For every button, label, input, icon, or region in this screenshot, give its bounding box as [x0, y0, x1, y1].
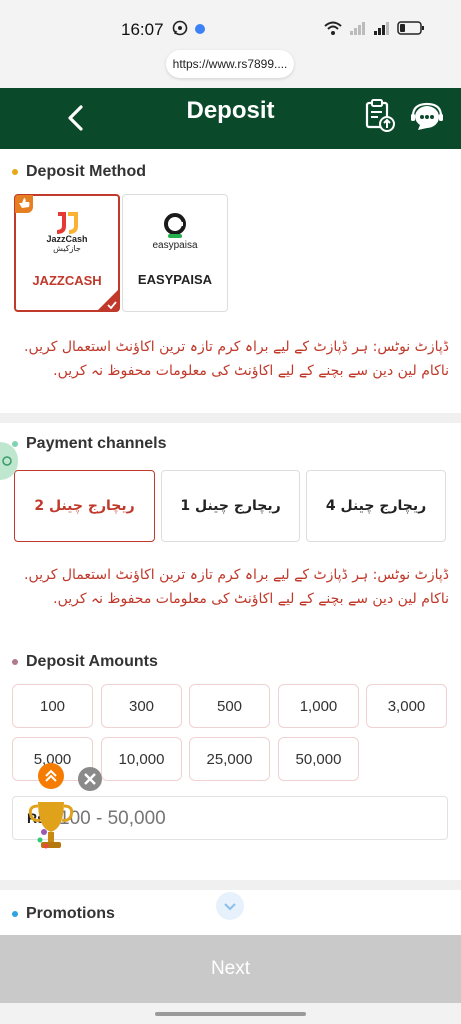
- channel-option[interactable]: ریچارج چینل 2: [14, 470, 155, 542]
- deposit-record-button[interactable]: [362, 98, 398, 134]
- battery-icon: [397, 21, 425, 40]
- amount-field[interactable]: Rs: [12, 796, 448, 840]
- deposit-amounts-title: Deposit Amounts: [12, 653, 158, 671]
- method-name: EASYPAISA: [137, 272, 213, 287]
- promotions-title: Promotions: [12, 905, 115, 923]
- amount-option[interactable]: 300: [101, 684, 182, 728]
- amount-option[interactable]: 100: [12, 684, 93, 728]
- status-bar: 16:07 https://www.rs7899....: [0, 0, 461, 88]
- next-button[interactable]: Next: [0, 935, 461, 1003]
- section-divider: [0, 413, 461, 423]
- whatsapp-icon: [172, 20, 188, 41]
- trophy-icon: [28, 802, 74, 849]
- jazzcash-logo: JazzCash جازکیش: [16, 206, 118, 258]
- chevron-down-icon: [224, 903, 236, 911]
- home-indicator[interactable]: [155, 1012, 306, 1016]
- selected-check-icon: [97, 289, 119, 311]
- url-bar[interactable]: https://www.rs7899....: [166, 50, 294, 78]
- section-dot: [12, 911, 18, 917]
- section-dot: [12, 659, 18, 665]
- wifi-icon: [323, 20, 343, 41]
- method-easypaisa[interactable]: easypaisa EASYPAISA: [122, 194, 228, 312]
- close-float-button[interactable]: [78, 767, 102, 791]
- section-dot: [12, 441, 18, 447]
- url-text: https://www.rs7899....: [172, 57, 288, 71]
- amount-option[interactable]: 1,000: [278, 684, 359, 728]
- amount-option[interactable]: 3,000: [366, 684, 447, 728]
- easypaisa-logo: easypaisa: [123, 205, 227, 257]
- amount-input[interactable]: [59, 805, 429, 833]
- payment-channels-title: Payment channels: [12, 435, 167, 453]
- amount-option[interactable]: 500: [189, 684, 270, 728]
- channel-notice: ڈپازٹ نوٹس: ہر ڈپازٹ کے لیے براہ کرم تاز…: [24, 567, 449, 607]
- app-icon: [194, 22, 206, 40]
- section-divider: [0, 880, 461, 890]
- status-time: 16:07: [121, 20, 164, 39]
- method-name: JAZZCASH: [32, 273, 102, 288]
- scroll-up-button[interactable]: [38, 763, 64, 789]
- header-bar: Deposit: [0, 88, 461, 149]
- amount-option[interactable]: 25,000: [189, 737, 270, 781]
- amount-option[interactable]: 10,000: [101, 737, 182, 781]
- signal-icon: [349, 20, 367, 41]
- amount-option[interactable]: 50,000: [278, 737, 359, 781]
- expand-button[interactable]: [216, 892, 244, 920]
- trophy-promo-widget[interactable]: [26, 790, 76, 864]
- clipboard-upload-icon: [365, 99, 395, 132]
- channel-option[interactable]: ریچارج چینل 1: [161, 470, 300, 542]
- deposit-method-title: Deposit Method: [12, 163, 146, 181]
- double-chevron-up-icon: [45, 769, 57, 782]
- chat-support-icon: [411, 102, 443, 130]
- channel-option[interactable]: ریچارج چینل 4: [306, 470, 446, 542]
- section-dot: [12, 169, 18, 175]
- deposit-notice: ڈپازٹ نوٹس: ہر ڈپازٹ کے لیے براہ کرم تاز…: [24, 339, 449, 379]
- eye-icon: [2, 456, 12, 466]
- close-icon: [84, 773, 96, 785]
- customer-support-button[interactable]: [410, 100, 444, 134]
- signal-icon: [373, 20, 391, 41]
- method-jazzcash[interactable]: JazzCash جازکیش JAZZCASH: [14, 194, 120, 312]
